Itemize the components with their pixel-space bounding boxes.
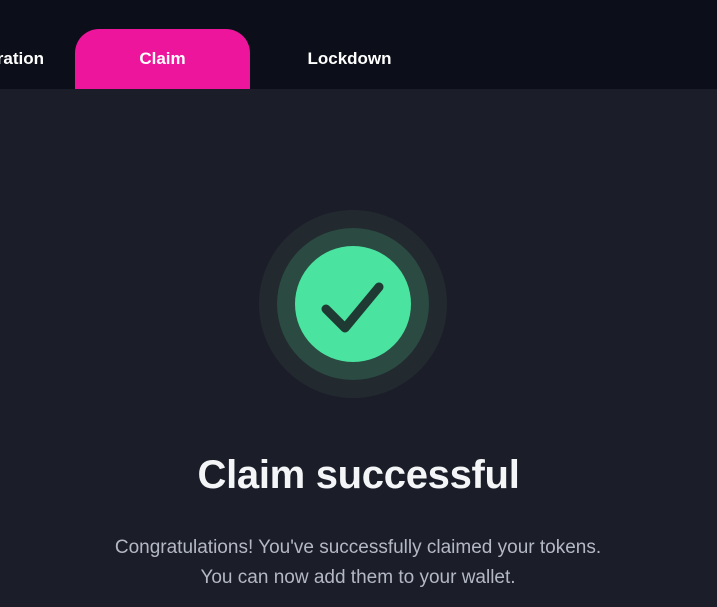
tab-claim[interactable]: Claim [75,29,250,89]
tab-lockdown[interactable]: Lockdown [262,29,437,89]
tab-label: Lockdown [307,49,392,68]
checkmark-icon [259,210,447,398]
tab-label: ration [0,49,44,68]
success-title: Claim successful [197,453,520,497]
claim-success-panel: Claim successful Congratulations! You've… [0,89,717,607]
success-badge [259,210,447,398]
success-message: Congratulations! You've successfully cla… [114,537,602,588]
tab-bar: ration Claim Lockdown [0,0,717,89]
tab-label: Claim [139,49,186,68]
